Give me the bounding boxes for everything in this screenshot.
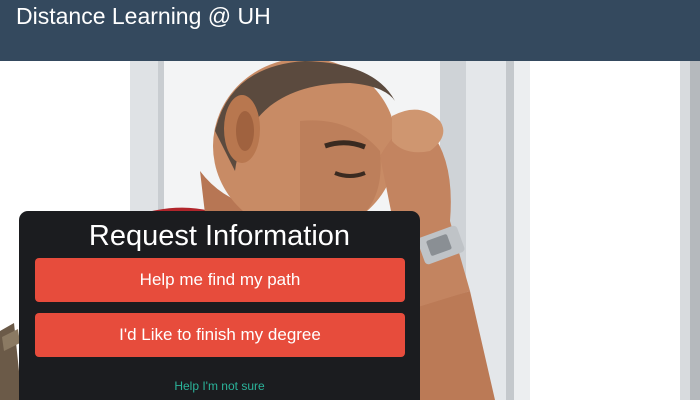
- request-info-panel: Request Information Help me find my path…: [19, 211, 420, 400]
- not-sure-link[interactable]: Help I'm not sure: [19, 378, 420, 394]
- request-info-title: Request Information: [88, 220, 351, 252]
- find-path-button[interactable]: Help me find my path: [35, 258, 405, 302]
- page: Distance Learning @ UH Request Informati…: [0, 0, 700, 400]
- site-title: Distance Learning @ UH: [16, 3, 271, 29]
- finish-degree-button[interactable]: I'd Like to finish my degree: [35, 313, 405, 357]
- header-bar: Distance Learning @ UH: [0, 0, 700, 61]
